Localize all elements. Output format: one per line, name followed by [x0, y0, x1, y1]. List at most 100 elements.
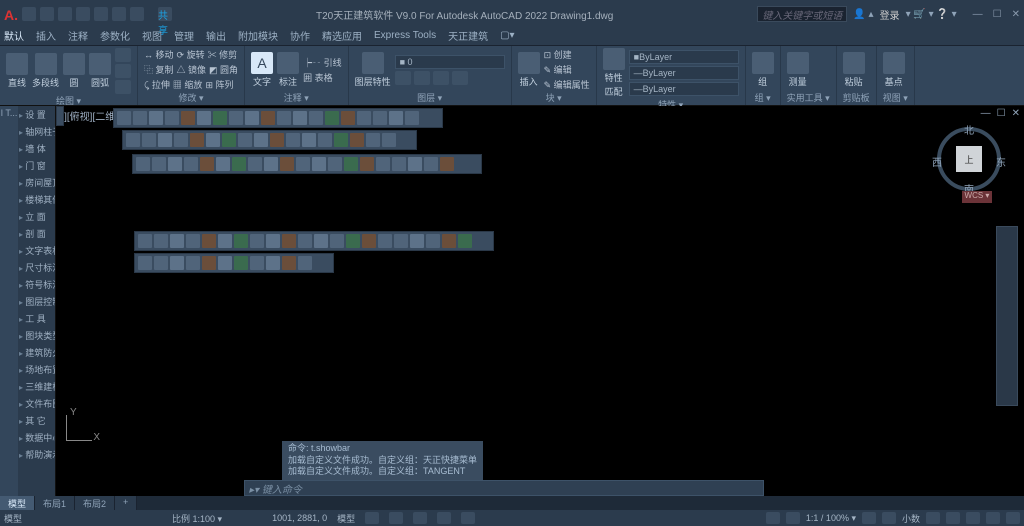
vp-min-icon[interactable]: —: [981, 108, 991, 119]
share-button[interactable]: 共享: [158, 7, 172, 21]
palette-item[interactable]: 尺寸标注: [18, 259, 55, 276]
palette-item[interactable]: 三维建模: [18, 378, 55, 395]
panel-label[interactable]: 块 ▾: [518, 91, 590, 103]
qat-new-icon[interactable]: [22, 7, 36, 21]
status-polar-icon[interactable]: [437, 512, 451, 524]
arc-button[interactable]: 圆弧: [89, 53, 111, 89]
palette-item[interactable]: 门 窗: [18, 157, 55, 174]
status-osnap-icon[interactable]: [461, 512, 475, 524]
minimize-icon[interactable]: —: [973, 9, 983, 20]
navigation-bar[interactable]: [996, 226, 1018, 406]
tab-tangent[interactable]: 天正建筑: [448, 28, 488, 43]
status-ortho-icon[interactable]: [413, 512, 427, 524]
palette-item[interactable]: 墙 体: [18, 140, 55, 157]
floating-toolbar-4[interactable]: [134, 231, 494, 251]
palette-item[interactable]: 建筑防火: [18, 344, 55, 361]
layer-tool-icon[interactable]: [414, 71, 430, 85]
measure-button[interactable]: 测量: [787, 52, 809, 88]
palette-item[interactable]: 图层控制: [18, 293, 55, 310]
palette-item[interactable]: 符号标注: [18, 276, 55, 293]
create-block-button[interactable]: ⊡ 创建: [544, 48, 590, 61]
tab-insert[interactable]: 插入: [36, 28, 56, 43]
move-button[interactable]: ↔ 移动: [144, 48, 174, 61]
palette-item[interactable]: 帮助演示: [18, 446, 55, 463]
tab-output[interactable]: 输出: [206, 28, 226, 43]
layout-tab[interactable]: 布局2: [75, 496, 115, 510]
qat-plot-icon[interactable]: [94, 7, 108, 21]
array-button[interactable]: ⊞ 阵列: [205, 78, 233, 91]
palette-item[interactable]: 轴网柱子: [18, 123, 55, 140]
viewcube[interactable]: 上 北 南 东 西: [934, 124, 1004, 194]
status-tool-icon[interactable]: [786, 512, 800, 524]
viewcube-top-face[interactable]: 上: [956, 146, 982, 172]
exchange-icon[interactable]: ▾ 🛒 ▾ ❔ ▾: [906, 9, 957, 20]
status-grid-icon[interactable]: [365, 512, 379, 524]
floating-toolbar-2[interactable]: [122, 130, 417, 150]
qat-open-icon[interactable]: [40, 7, 54, 21]
search-input[interactable]: 键入关键字或短语: [757, 6, 847, 22]
draw-extra-icon[interactable]: [115, 64, 131, 78]
palette-item[interactable]: 文字表格: [18, 242, 55, 259]
compass-east[interactable]: 东: [996, 154, 1006, 169]
table-button[interactable]: 囲 表格: [303, 71, 342, 84]
palette-item[interactable]: 场地布置: [18, 361, 55, 378]
palette-item[interactable]: 房间屋顶: [18, 174, 55, 191]
status-space[interactable]: 模型: [337, 512, 355, 525]
palette-item[interactable]: 楼梯其他: [18, 191, 55, 208]
qat-redo-icon[interactable]: [130, 7, 144, 21]
status-clean-icon[interactable]: [986, 512, 1000, 524]
maximize-icon[interactable]: ☐: [993, 9, 1002, 20]
draw-extra-icon[interactable]: [115, 80, 131, 94]
status-snap-icon[interactable]: [389, 512, 403, 524]
tab-addins[interactable]: 附加模块: [238, 28, 278, 43]
tab-parametric[interactable]: 参数化: [100, 28, 130, 43]
status-anno-scale[interactable]: 1:1 / 100% ▾: [806, 513, 856, 524]
circle-button[interactable]: 圆: [63, 53, 85, 89]
panel-label[interactable]: 图层 ▾: [355, 91, 505, 103]
qat-undo-icon[interactable]: [112, 7, 126, 21]
status-tool-icon[interactable]: [766, 512, 780, 524]
tab-view[interactable]: 视图: [142, 28, 162, 43]
palette-item[interactable]: 立 面: [18, 208, 55, 225]
floating-toolbar-3[interactable]: [132, 154, 482, 174]
wcs-dropdown[interactable]: WCS ▾: [962, 191, 992, 203]
status-tool-icon[interactable]: [926, 512, 940, 524]
draw-extra-icon[interactable]: [115, 48, 131, 62]
login-button[interactable]: 登录: [880, 7, 900, 22]
trim-button[interactable]: ✂ 修剪: [208, 48, 238, 61]
floating-toolbar-1[interactable]: [113, 108, 443, 128]
collapsed-panel-tab[interactable]: I T...: [0, 106, 18, 496]
insert-block-button[interactable]: 插入: [518, 52, 540, 88]
panel-label[interactable]: 视图 ▾: [883, 91, 908, 103]
status-units[interactable]: 小数: [902, 512, 920, 525]
mirror-button[interactable]: △ 镜像: [177, 63, 207, 76]
basepoint-button[interactable]: 基点: [883, 52, 905, 88]
drawing-canvas[interactable]: [-][俯视][二维线框] — ☐ ✕ Y X 上 北 南: [56, 106, 1024, 496]
status-scale[interactable]: 比例 1:100 ▾: [172, 512, 222, 525]
status-model[interactable]: 模型: [4, 512, 22, 525]
compass-north[interactable]: 北: [964, 122, 974, 137]
polyline-button[interactable]: 多段线: [32, 53, 59, 89]
floating-toolbar-5[interactable]: [134, 253, 334, 273]
layout-tab[interactable]: 布局1: [35, 496, 75, 510]
status-tool-icon[interactable]: [882, 512, 896, 524]
layout-tab-model[interactable]: 模型: [0, 496, 35, 510]
status-custom-icon[interactable]: [1006, 512, 1020, 524]
color-dropdown[interactable]: ■ ByLayer: [629, 50, 739, 64]
status-isolate-icon[interactable]: [946, 512, 960, 524]
layout-tab-add[interactable]: +: [115, 496, 137, 510]
lineweight-dropdown[interactable]: — ByLayer: [629, 66, 739, 80]
tab-collaborate[interactable]: 协作: [290, 28, 310, 43]
qat-save-icon[interactable]: [58, 7, 72, 21]
qat-saveas-icon[interactable]: [76, 7, 90, 21]
panel-label[interactable]: 组 ▾: [752, 91, 774, 103]
palette-item[interactable]: 设 置: [18, 106, 55, 123]
current-layer-dropdown[interactable]: ■ 0: [395, 55, 505, 69]
panel-label[interactable]: 实用工具 ▾: [787, 91, 830, 103]
scale-button[interactable]: ▦ 缩放: [173, 78, 203, 91]
user-icon[interactable]: 👤 ▴: [853, 9, 873, 20]
edit-attr-button[interactable]: ✎ 编辑属性: [544, 78, 590, 91]
vp-max-icon[interactable]: ☐: [997, 108, 1006, 119]
panel-label[interactable]: 修改 ▾: [144, 91, 238, 103]
status-gear-icon[interactable]: [862, 512, 876, 524]
